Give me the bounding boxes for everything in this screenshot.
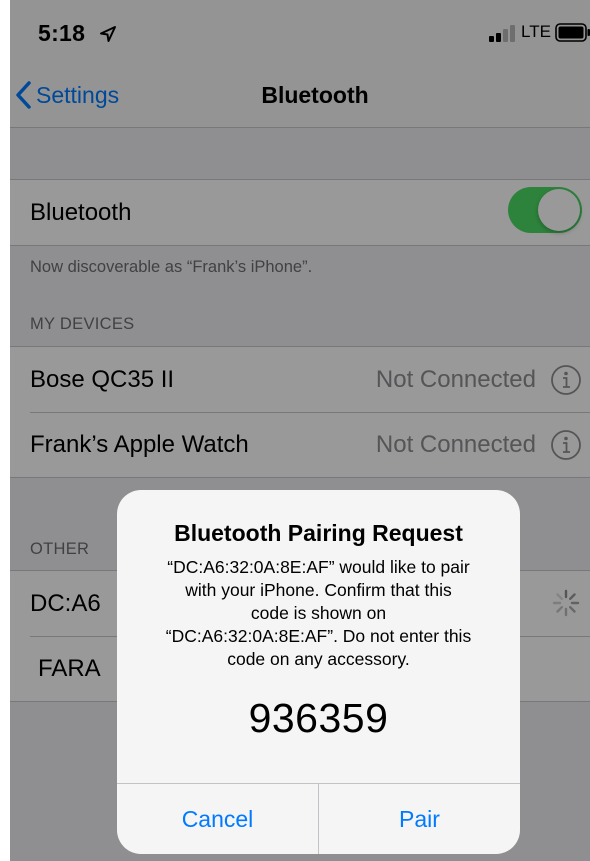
- cancel-button[interactable]: Cancel: [117, 784, 318, 854]
- alert-title: Bluetooth Pairing Request: [174, 520, 463, 546]
- alert-actions: Cancel Pair: [117, 783, 520, 854]
- pairing-code: 936359: [248, 695, 389, 741]
- settings-screen: 5:18 LTE Settings Bluetooth Bluetooth No…: [10, 0, 590, 861]
- pairing-alert: Bluetooth Pairing Request “DC:A6:32:0A:8…: [117, 490, 520, 854]
- pair-button[interactable]: Pair: [318, 784, 520, 854]
- alert-message: “DC:A6:32:0A:8E:AF” would like to pair w…: [165, 557, 472, 669]
